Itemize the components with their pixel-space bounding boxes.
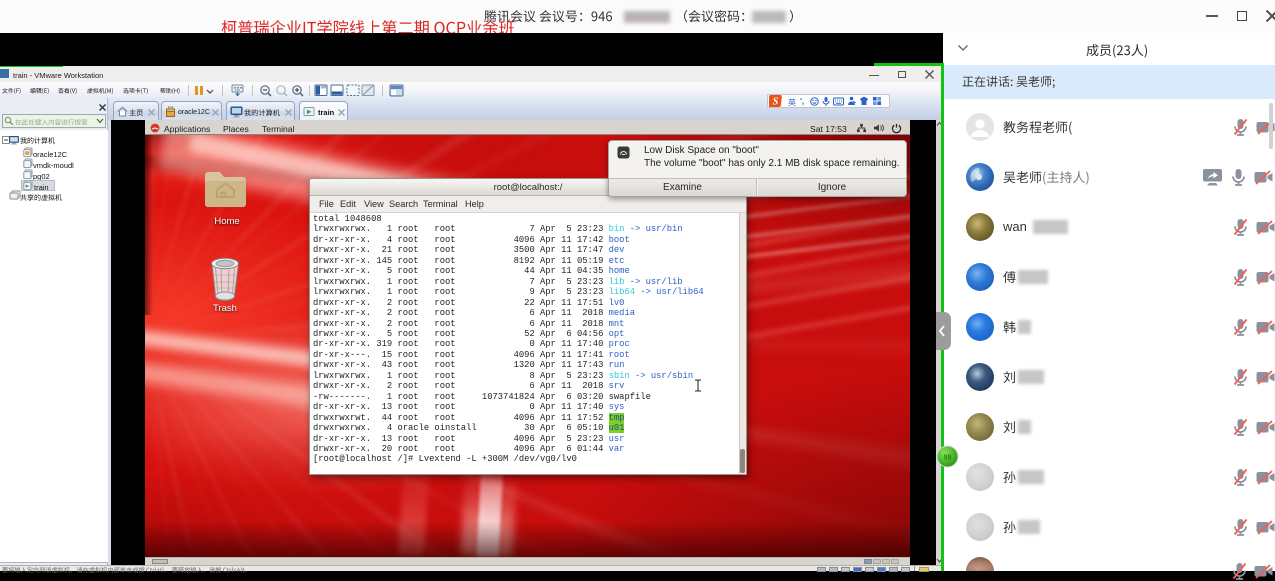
svg-text:S: S — [773, 97, 779, 108]
svg-text:99: 99 — [944, 455, 952, 462]
